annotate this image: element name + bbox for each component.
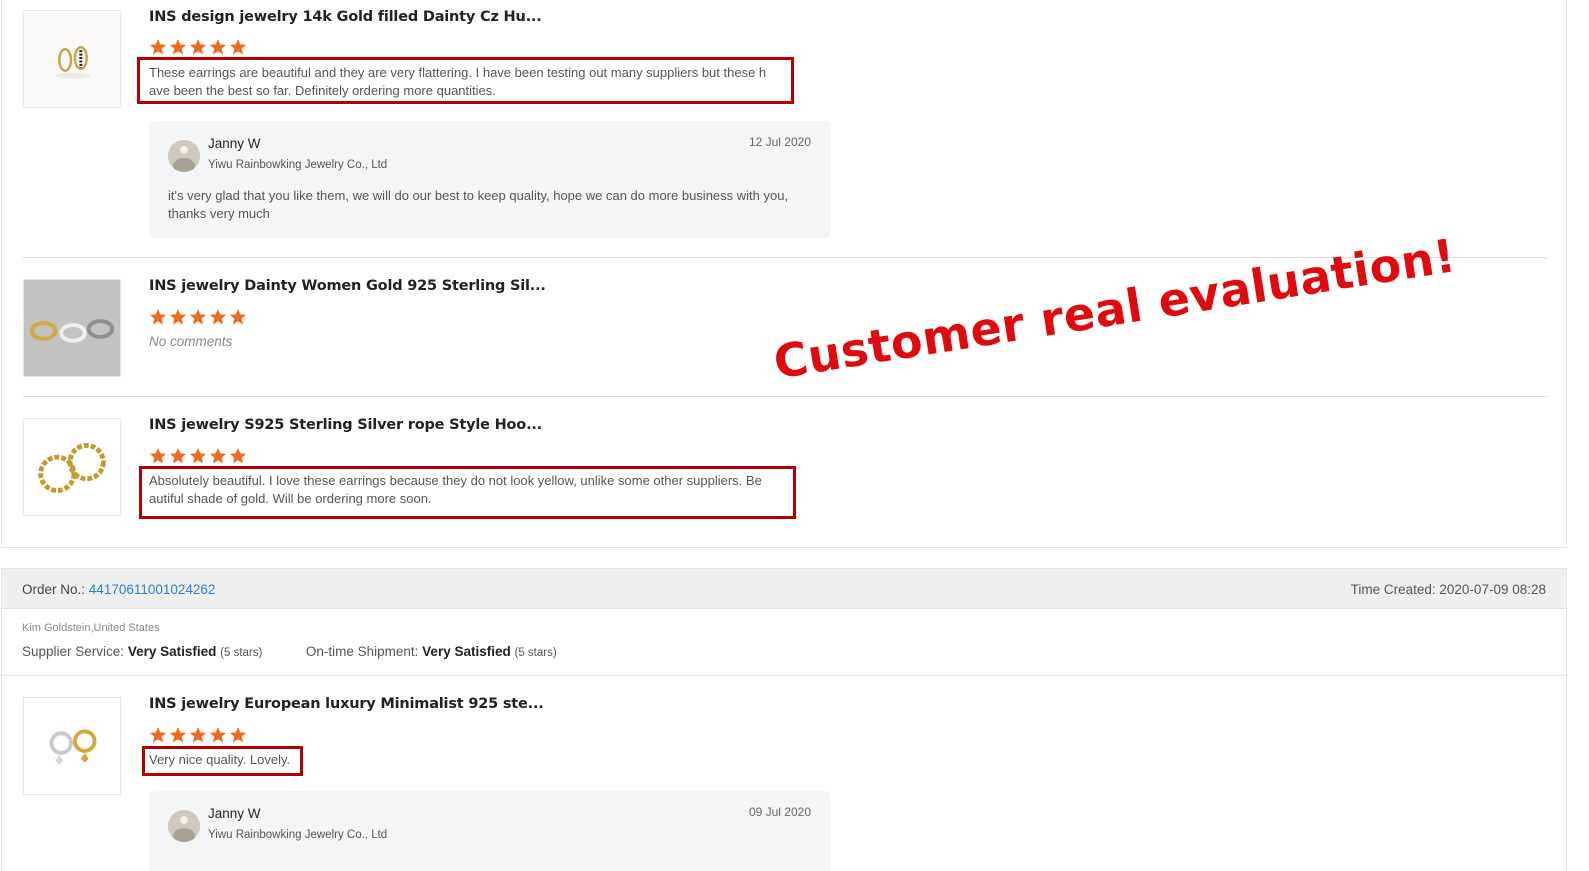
star-icon [209,38,227,56]
star-icon [189,38,207,56]
star-icon [189,447,207,465]
highlight-box [139,466,796,519]
order-ratings: Supplier Service: Very Satisfied (5 star… [22,644,557,659]
rating-stars [149,726,247,744]
reply-company: Yiwu Rainbowking Jewelry Co., Ltd [208,159,388,171]
star-icon [169,447,187,465]
rating-stars [149,447,247,465]
order-card: Order No.: 44170611001024262 Time Create… [1,568,1567,871]
order-number-label: Order No.: [22,582,86,597]
star-icon [229,447,247,465]
product-image-hoops [24,419,120,515]
star-icon [149,447,167,465]
rating-stars [149,308,247,326]
product-title[interactable]: INS jewelry European luxury Minimalist 9… [149,696,544,712]
time-created-label: Time Created: [1350,582,1436,597]
star-icon [149,726,167,744]
reply-date: 09 Jul 2020 [748,805,811,819]
product-image-rings [24,280,120,376]
avatar [168,810,200,842]
reply-author-name: Janny W [208,806,261,821]
product-title[interactable]: INS jewelry S925 Sterling Silver rope St… [149,417,542,433]
star-icon [169,308,187,326]
product-title[interactable]: INS design jewelry 14k Gold filled Daint… [149,9,542,25]
star-icon [229,726,247,744]
highlight-box [137,57,794,104]
time-created-value: 2020-07-09 08:28 [1439,582,1546,597]
product-image-earrings [24,698,120,794]
product-image-earrings [24,11,120,107]
supplier-service-value: Very Satisfied [127,644,217,659]
star-icon [229,38,247,56]
product-title[interactable]: INS jewelry Dainty Women Gold 925 Sterli… [149,278,546,294]
avatar [168,140,200,172]
order-number: Order No.: 44170611001024262 [22,582,215,597]
star-icon [169,726,187,744]
star-icon [209,308,227,326]
reply-date: 12 Jul 2020 [748,135,811,149]
highlight-box [142,746,303,776]
shipment-label: On-time Shipment: [305,644,419,659]
star-icon [149,38,167,56]
product-thumbnail[interactable] [23,697,121,795]
buyer-info: Kim Goldstein,United States [22,622,160,634]
divider [2,675,1566,676]
shipment-stars: (5 stars) [514,647,557,659]
product-thumbnail[interactable] [23,279,121,377]
reply-author-name: Janny W [208,136,261,151]
star-icon [209,726,227,744]
star-icon [209,447,227,465]
order-number-link[interactable]: 44170611001024262 [89,582,216,597]
shipment-value: Very Satisfied [422,644,511,659]
order-header: Order No.: 44170611001024262 Time Create… [2,569,1566,609]
star-icon [229,308,247,326]
star-icon [189,726,207,744]
seller-reply: Janny W Yiwu Rainbowking Jewelry Co., Lt… [149,791,830,871]
product-thumbnail[interactable] [23,10,121,108]
supplier-service-label: Supplier Service: [22,644,125,659]
reply-company: Yiwu Rainbowking Jewelry Co., Ltd [208,829,388,841]
supplier-service-stars: (5 stars) [220,647,263,659]
seller-reply: Janny W Yiwu Rainbowking Jewelry Co., Lt… [149,121,830,238]
product-thumbnail[interactable] [23,418,121,516]
reply-text: it's very glad that you like them, we wi… [168,188,789,221]
star-icon [169,38,187,56]
divider [23,396,1548,397]
rating-stars [149,38,247,56]
no-comments-text: No comments [149,334,233,349]
star-icon [189,308,207,326]
time-created: Time Created: 2020-07-09 08:28 [1351,582,1546,597]
star-icon [149,308,167,326]
